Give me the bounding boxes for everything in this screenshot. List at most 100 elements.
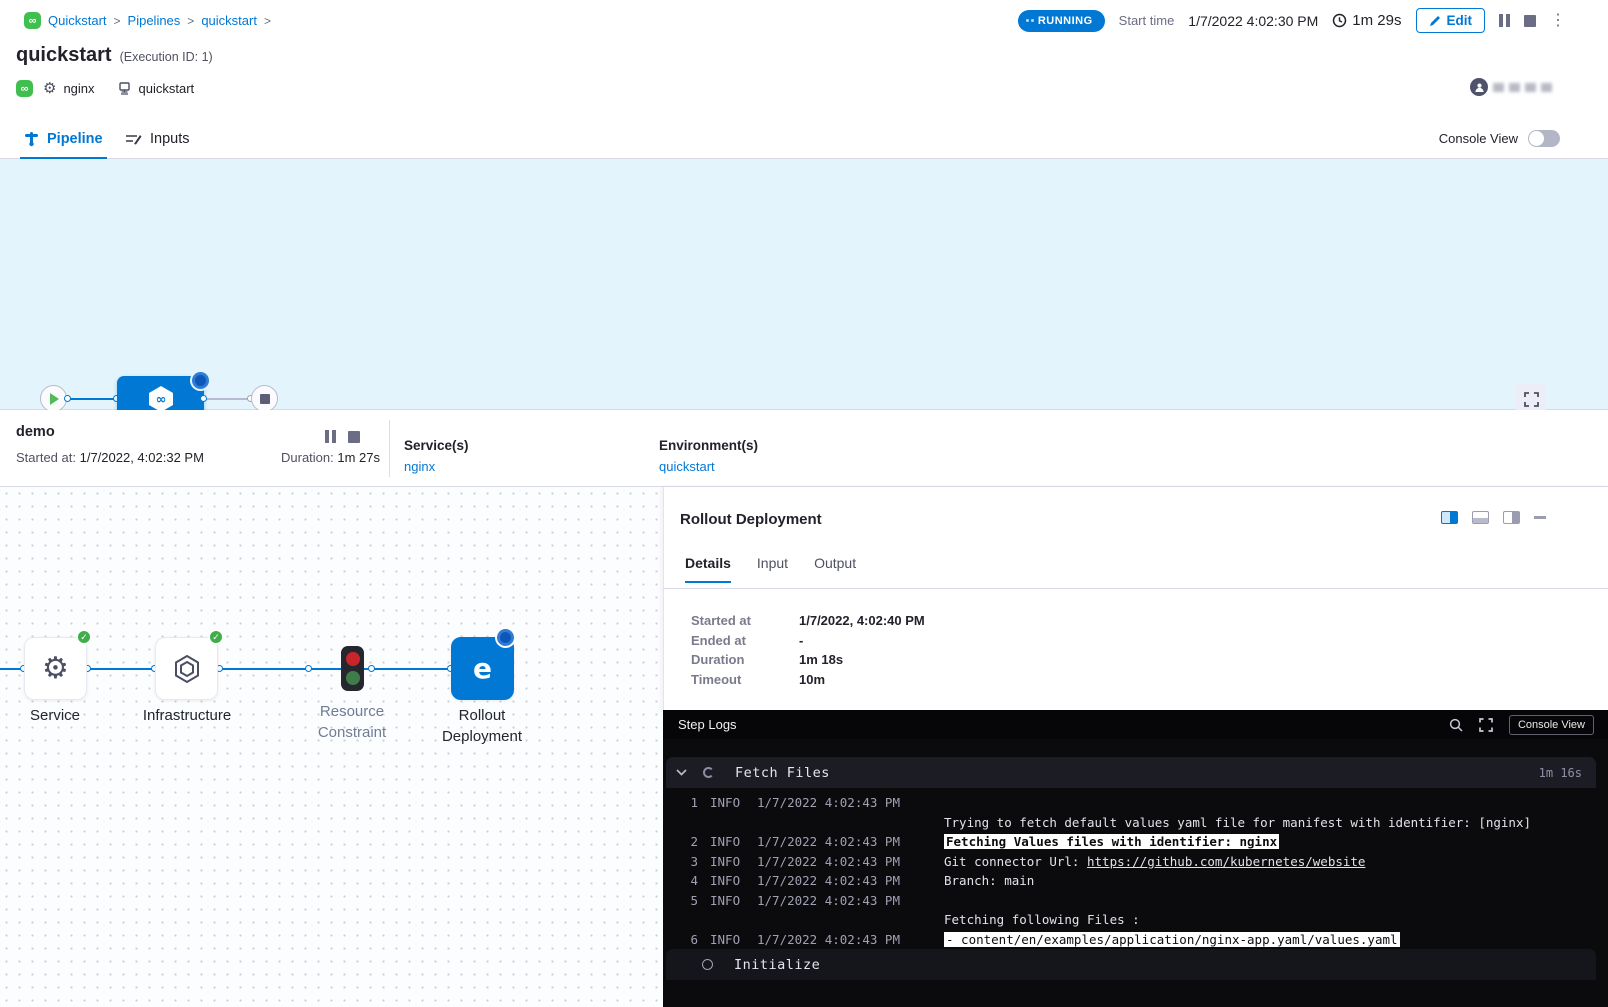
edge bbox=[364, 668, 451, 670]
success-check-icon: ✓ bbox=[76, 629, 92, 645]
console-view-button[interactable]: Console View bbox=[1509, 715, 1594, 735]
layout-split-right-icon[interactable] bbox=[1441, 511, 1458, 524]
rollout-deployment-icon: e bbox=[473, 652, 492, 685]
breadcrumb-link-quickstart[interactable]: Quickstart bbox=[48, 13, 107, 28]
stage-start-node[interactable] bbox=[40, 385, 67, 412]
edge-start-to-demo bbox=[67, 398, 119, 400]
traffic-light-green bbox=[346, 671, 360, 685]
traffic-light-red bbox=[346, 652, 360, 666]
connector-port bbox=[64, 395, 71, 402]
log-line: 4INFO1/7/2022 4:02:43 PMBranch: main bbox=[663, 871, 1608, 891]
running-spinner-icon bbox=[192, 372, 209, 389]
service-tag[interactable]: ⚙ nginx bbox=[43, 81, 95, 96]
edit-button[interactable]: Edit bbox=[1416, 8, 1486, 33]
connector-port bbox=[368, 665, 375, 672]
duration-label: Duration: bbox=[281, 450, 334, 465]
pencil-icon bbox=[1429, 15, 1441, 27]
environments-label: Environment(s) bbox=[659, 438, 758, 453]
layout-right-filled-icon[interactable] bbox=[1503, 511, 1520, 524]
step-detail-panel: Rollout Deployment Details Input Output … bbox=[663, 487, 1608, 710]
clock-icon bbox=[1332, 13, 1347, 28]
tab-inputs[interactable]: Inputs bbox=[125, 118, 190, 159]
more-options-icon[interactable]: ⋮ bbox=[1550, 13, 1566, 29]
gear-icon: ⚙ bbox=[42, 654, 69, 684]
stage-graph-canvas[interactable]: ∞ demo + − bbox=[0, 159, 1608, 410]
step-label-rollout-deployment: Rollout Deployment bbox=[432, 705, 532, 747]
stop-stage-button[interactable] bbox=[348, 431, 360, 443]
view-tab-bar: Pipeline Inputs Console View bbox=[0, 118, 1608, 159]
start-time-label: Start time bbox=[1119, 13, 1175, 28]
step-label-resource-constraint: Resource Constraint bbox=[302, 701, 402, 743]
pause-stage-button[interactable] bbox=[325, 430, 336, 443]
expand-logs-icon[interactable] bbox=[1479, 718, 1493, 732]
status-badge: RUNNING bbox=[1018, 10, 1105, 32]
running-indicator-dots bbox=[1026, 19, 1034, 22]
log-section-initialize[interactable]: Initialize bbox=[666, 949, 1596, 980]
tab-pipeline[interactable]: Pipeline bbox=[24, 118, 103, 159]
cd-stage-icon: ∞ bbox=[146, 385, 176, 413]
edge bbox=[87, 668, 155, 670]
tab-output[interactable]: Output bbox=[814, 555, 856, 583]
start-time-value: 1/7/2022 4:02:30 PM bbox=[1188, 13, 1318, 29]
play-icon bbox=[50, 393, 59, 405]
elapsed-time: 1m 29s bbox=[1332, 12, 1401, 29]
step-logs-header: Step Logs Console View bbox=[663, 710, 1608, 739]
search-icon[interactable] bbox=[1449, 718, 1463, 732]
loading-spinner-icon bbox=[703, 767, 714, 778]
minimize-panel-icon[interactable] bbox=[1534, 516, 1546, 519]
service-link[interactable]: nginx bbox=[404, 459, 469, 474]
console-view-toggle[interactable] bbox=[1528, 130, 1560, 147]
environment-link[interactable]: quickstart bbox=[659, 459, 758, 474]
step-node-service[interactable]: ⚙ bbox=[24, 637, 87, 700]
gear-icon: ⚙ bbox=[43, 81, 56, 96]
log-line: 2INFO1/7/2022 4:02:43 PMFetching Values … bbox=[663, 832, 1608, 852]
step-detail-title: Rollout Deployment bbox=[680, 511, 822, 528]
log-line-continuation: Trying to fetch default values yaml file… bbox=[663, 813, 1608, 833]
svg-text:∞: ∞ bbox=[155, 393, 166, 408]
environment-tag[interactable]: quickstart bbox=[117, 81, 195, 96]
log-section-fetch-files[interactable]: Fetch Files 1m 16s bbox=[666, 757, 1596, 788]
stop-pipeline-button[interactable] bbox=[1524, 15, 1536, 27]
fullscreen-icon bbox=[1524, 392, 1539, 407]
log-line: 3INFO1/7/2022 4:02:43 PMGit connector Ur… bbox=[663, 852, 1608, 872]
stage-end-node[interactable] bbox=[251, 385, 278, 412]
duration-value: 1m 27s bbox=[337, 450, 380, 465]
avatar bbox=[1470, 78, 1488, 96]
tab-input[interactable]: Input bbox=[757, 555, 788, 583]
stage-name: demo bbox=[16, 424, 55, 440]
step-node-rollout-deployment[interactable]: e bbox=[451, 637, 514, 700]
detail-row-started-at: Started at1/7/2022, 4:02:40 PM bbox=[691, 611, 925, 631]
step-label-service: Service bbox=[5, 705, 105, 726]
breadcrumb-link-pipelines[interactable]: Pipelines bbox=[128, 13, 181, 28]
step-logs-panel: Step Logs Console View Fetch Files 1m 16… bbox=[663, 710, 1608, 1007]
edge bbox=[219, 668, 341, 670]
tab-details[interactable]: Details bbox=[685, 555, 731, 583]
git-connector-url-link[interactable]: https://github.com/kubernetes/website bbox=[1087, 854, 1365, 869]
detail-row-ended-at: Ended at- bbox=[691, 631, 925, 651]
connector-port bbox=[200, 395, 207, 402]
step-node-infrastructure[interactable] bbox=[155, 637, 218, 700]
connector-port bbox=[305, 665, 312, 672]
page-title: quickstart bbox=[16, 44, 112, 67]
step-details-table: Started at1/7/2022, 4:02:40 PM Ended at-… bbox=[691, 611, 925, 689]
environment-icon bbox=[117, 81, 132, 96]
stop-icon bbox=[260, 394, 270, 404]
breadcrumb-separator: > bbox=[114, 14, 121, 28]
cd-module-icon: ∞ bbox=[16, 80, 33, 97]
layout-bottom-icon[interactable] bbox=[1472, 511, 1489, 524]
breadcrumb-separator: > bbox=[264, 14, 271, 28]
infrastructure-hexagon-icon bbox=[171, 653, 203, 685]
step-node-resource-constraint[interactable] bbox=[341, 646, 364, 691]
stage-info-bar: demo Started at: 1/7/2022, 4:02:32 PM Du… bbox=[0, 410, 1608, 487]
log-line: 6INFO1/7/2022 4:02:43 PM- content/en/exa… bbox=[663, 930, 1608, 950]
pending-circle-icon bbox=[702, 959, 713, 970]
triggered-by bbox=[1470, 78, 1552, 96]
execution-graph-canvas[interactable]: ⚙ ✓ ✓ e Service Infrastructure Resource … bbox=[0, 487, 663, 1007]
log-section-title: Initialize bbox=[734, 957, 820, 973]
chevron-down-icon bbox=[676, 769, 687, 776]
pause-pipeline-button[interactable] bbox=[1499, 14, 1510, 27]
log-lines: 1INFO1/7/2022 4:02:43 PM Trying to fetch… bbox=[663, 793, 1608, 949]
breadcrumb-link-pipeline-name[interactable]: quickstart bbox=[201, 13, 257, 28]
running-spinner-icon bbox=[497, 629, 514, 646]
breadcrumb: ∞ Quickstart > Pipelines > quickstart > bbox=[24, 12, 271, 29]
